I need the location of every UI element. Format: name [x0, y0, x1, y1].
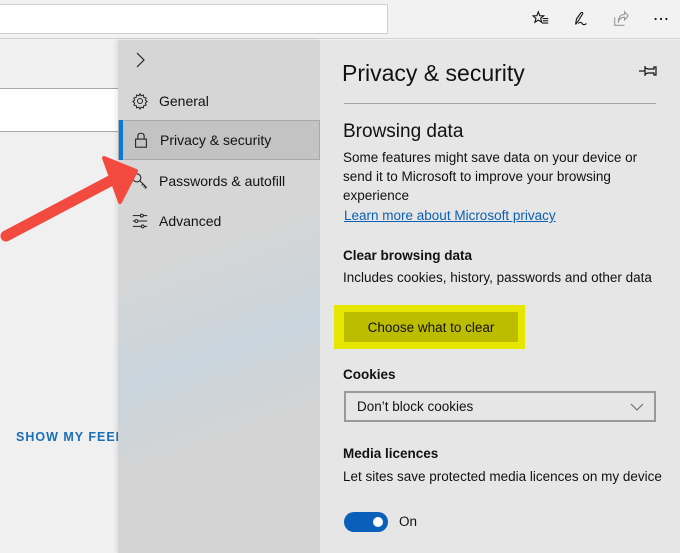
gear-icon	[130, 91, 150, 111]
nav-item-passwords-autofill[interactable]: Passwords & autofill	[118, 161, 320, 201]
nav-item-label: Advanced	[159, 213, 222, 229]
pen-notes-icon[interactable]	[570, 8, 592, 30]
chevron-right-icon[interactable]	[130, 50, 150, 70]
pin-icon[interactable]	[638, 62, 660, 80]
media-licences-heading: Media licences	[343, 446, 439, 461]
favorites-list-icon[interactable]	[530, 8, 552, 30]
toggle-state-label: On	[399, 514, 418, 529]
nav-item-label: Passwords & autofill	[159, 173, 286, 189]
share-icon[interactable]	[610, 8, 632, 30]
show-my-feed-link[interactable]: SHOW MY FEED	[16, 430, 126, 444]
browsing-data-heading: Browsing data	[343, 121, 464, 142]
panel-title: Privacy & security	[342, 60, 525, 86]
sliders-icon	[130, 211, 150, 231]
cookies-heading: Cookies	[343, 367, 396, 382]
web-page-content: SHOW MY FEED	[0, 40, 125, 553]
clear-browsing-data-description: Includes cookies, history, passwords and…	[343, 270, 652, 285]
nav-item-label: Privacy & security	[160, 132, 272, 148]
nav-item-privacy-security[interactable]: Privacy & security	[118, 120, 320, 160]
settings-nav: General Privacy & security Passwords & a…	[118, 40, 320, 553]
chevron-down-icon	[630, 400, 644, 414]
media-licences-description: Let sites save protected media licences …	[343, 469, 662, 484]
nav-item-general[interactable]: General	[118, 81, 320, 121]
lock-icon	[131, 130, 151, 150]
choose-what-to-clear-button[interactable]: Choose what to clear	[344, 312, 518, 342]
page-search-box[interactable]	[0, 88, 120, 132]
settings-panel: Privacy & security Browsing data Some fe…	[320, 40, 680, 553]
nav-item-label: General	[159, 93, 209, 109]
microsoft-privacy-link[interactable]: Learn more about Microsoft privacy	[344, 208, 556, 223]
divider	[344, 103, 656, 104]
clear-browsing-data-heading: Clear browsing data	[343, 248, 473, 263]
key-icon	[130, 171, 150, 191]
more-icon[interactable]	[650, 8, 672, 30]
cookies-dropdown[interactable]: Don’t block cookies	[344, 391, 656, 422]
browser-toolbar	[0, 0, 680, 39]
address-bar[interactable]	[0, 4, 388, 34]
browsing-data-description: Some features might save data on your de…	[343, 150, 638, 203]
toggle-knob	[373, 517, 383, 527]
media-licences-toggle[interactable]	[344, 512, 388, 532]
nav-item-advanced[interactable]: Advanced	[118, 201, 320, 241]
cookies-selected-value: Don’t block cookies	[357, 399, 474, 414]
